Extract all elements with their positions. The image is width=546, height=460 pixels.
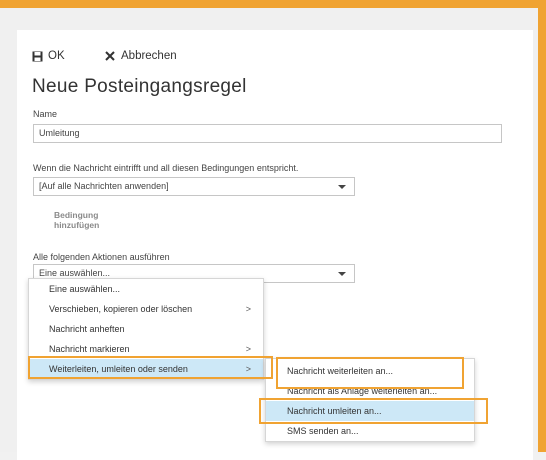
- add-condition-label-line1: Bedingung: [54, 210, 99, 220]
- submenu-item-send-sms[interactable]: SMS senden an...: [266, 421, 474, 441]
- actions-label: Alle folgenden Aktionen ausführen: [33, 252, 170, 262]
- cancel-button[interactable]: Abbrechen: [105, 50, 177, 62]
- menu-item-label: Eine auswählen...: [49, 284, 121, 294]
- conditions-dropdown[interactable]: [Auf alle Nachrichten anwenden]: [33, 177, 355, 196]
- actions-menu: Eine auswählen... Verschieben, kopieren …: [28, 278, 264, 380]
- add-condition-label-line2: hinzufügen: [54, 220, 100, 230]
- cancel-label: Abbrechen: [121, 50, 177, 62]
- submenu-item-forward-as-attachment[interactable]: Nachricht als Anlage weiterleiten an...: [266, 381, 474, 401]
- chevron-down-icon: [338, 185, 346, 189]
- submenu-item-label: Nachricht weiterleiten an...: [287, 366, 394, 376]
- menu-item-select-one[interactable]: Eine auswählen...: [29, 279, 263, 299]
- close-icon: [105, 51, 115, 61]
- ok-label: OK: [48, 50, 65, 62]
- menu-item-move-copy-delete[interactable]: Verschieben, kopieren oder löschen >: [29, 299, 263, 319]
- menu-item-label: Nachricht anheften: [49, 324, 125, 334]
- name-field[interactable]: Umleitung: [33, 124, 502, 143]
- ok-button[interactable]: OK: [32, 50, 65, 62]
- menu-item-label: Nachricht markieren: [49, 344, 130, 354]
- submenu-item-label: SMS senden an...: [287, 426, 359, 436]
- menu-item-label: Weiterleiten, umleiten oder senden: [49, 364, 188, 374]
- submenu-item-redirect-to[interactable]: Nachricht umleiten an...: [266, 401, 474, 421]
- name-label: Name: [33, 109, 58, 119]
- menu-item-label: Verschieben, kopieren oder löschen: [49, 304, 193, 314]
- conditions-label: Wenn die Nachricht eintrifft und all die…: [33, 163, 299, 173]
- chevron-right-icon: >: [245, 304, 251, 314]
- chevron-right-icon: >: [245, 364, 251, 374]
- chevron-down-icon: [338, 272, 346, 276]
- forward-submenu: Nachricht weiterleiten an... Nachricht a…: [265, 358, 475, 442]
- save-icon: [32, 51, 43, 62]
- conditions-selected: [Auf alle Nachrichten anwenden]: [39, 181, 169, 191]
- submenu-item-forward-to[interactable]: Nachricht weiterleiten an...: [266, 361, 474, 381]
- page-title: Neue Posteingangsregel: [32, 76, 247, 97]
- menu-item-pin-message[interactable]: Nachricht anheften: [29, 319, 263, 339]
- menu-item-forward-redirect-send[interactable]: Weiterleiten, umleiten oder senden >: [29, 359, 263, 379]
- add-condition-button[interactable]: Bedingung hinzufügen: [54, 210, 124, 230]
- chevron-right-icon: >: [245, 344, 251, 354]
- submenu-item-label: Nachricht umleiten an...: [287, 406, 382, 416]
- menu-item-mark-message[interactable]: Nachricht markieren >: [29, 339, 263, 359]
- actions-selected: Eine auswählen...: [39, 268, 111, 278]
- submenu-item-label: Nachricht als Anlage weiterleiten an...: [287, 386, 438, 396]
